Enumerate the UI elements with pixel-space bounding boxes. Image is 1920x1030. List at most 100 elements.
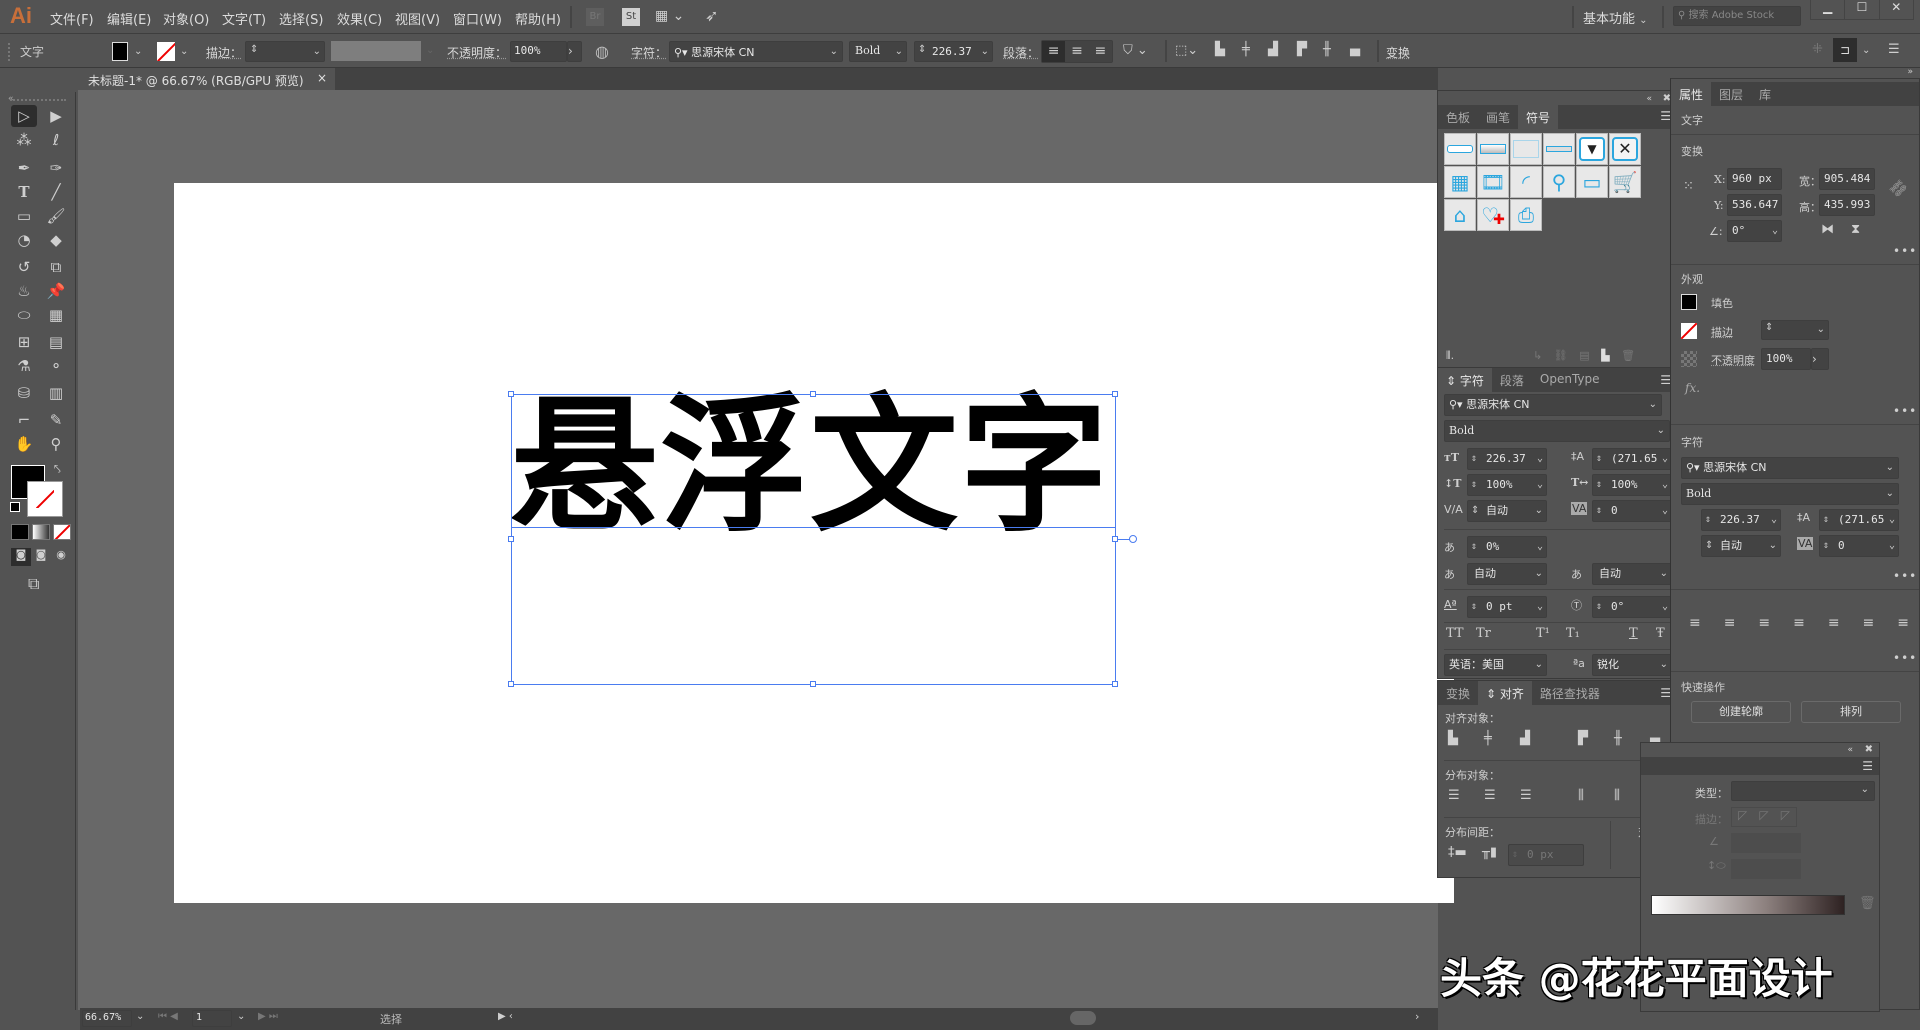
- justify-all-button[interactable]: ≡: [1897, 615, 1909, 631]
- align-top-icon[interactable]: ▛: [1578, 731, 1588, 746]
- gradient-mode-button[interactable]: [32, 524, 50, 540]
- align-horizontal-center-icon[interactable]: ╪: [1484, 731, 1492, 746]
- gpu-rocket-icon[interactable]: ➶: [705, 6, 718, 25]
- screen-mode-icon[interactable]: ⧉: [28, 574, 39, 594]
- tab-paragraph[interactable]: 段落: [1492, 368, 1532, 392]
- menu-file[interactable]: 文件(F): [50, 9, 94, 28]
- close-window-button[interactable]: ✕: [1878, 0, 1913, 19]
- more-options-icon[interactable]: •••: [1893, 651, 1917, 665]
- stepper-icon[interactable]: ⇕: [250, 44, 258, 55]
- magic-wand-tool[interactable]: ⁂: [11, 129, 37, 151]
- blend-tool[interactable]: ⚬: [43, 355, 69, 377]
- new-symbol-icon[interactable]: ▙: [1601, 349, 1609, 362]
- align-top-icon[interactable]: ▛: [1297, 42, 1307, 57]
- align-center-text-button[interactable]: ≡: [1065, 41, 1088, 62]
- transform-link[interactable]: 变换: [1386, 44, 1410, 61]
- arrange-button[interactable]: 排列: [1801, 701, 1901, 723]
- tab-symbols[interactable]: 符号: [1518, 105, 1559, 129]
- type-tool[interactable]: T: [11, 181, 37, 203]
- tab-opentype[interactable]: OpenType: [1532, 368, 1608, 392]
- stock-search-input[interactable]: ⚲ 搜索 Adobe Stock: [1673, 6, 1801, 26]
- more-options-icon[interactable]: •••: [1893, 244, 1917, 258]
- symbol-button-rounded[interactable]: [1444, 133, 1476, 165]
- stroke-weight-field[interactable]: ⇕ ⌄: [245, 41, 325, 62]
- subscript-button[interactable]: T₁: [1566, 626, 1580, 641]
- chevron-down-icon[interactable]: ⌄: [180, 46, 188, 57]
- font-family-dropdown[interactable]: ⚲▾ 思源宋体 CN ⌄: [669, 41, 843, 62]
- align-left-icon[interactable]: ▙: [1448, 731, 1458, 746]
- isolate-icon[interactable]: ⁜: [1812, 42, 1823, 57]
- scale-tool[interactable]: ⧉: [43, 256, 69, 278]
- antialias-dropdown[interactable]: 锐化 ⌄: [1592, 654, 1672, 676]
- fill-swatch[interactable]: [112, 42, 128, 61]
- lasso-tool[interactable]: ℓ: [43, 129, 69, 151]
- align-vertical-center-icon[interactable]: ╫: [1323, 42, 1331, 57]
- rectangle-tool[interactable]: ▭: [11, 205, 37, 227]
- character-label[interactable]: 字符：: [631, 44, 667, 61]
- distribute-top-icon[interactable]: ☰: [1448, 788, 1460, 803]
- artboard-number-field[interactable]: 1: [192, 1010, 232, 1027]
- resize-handle-tr[interactable]: [1112, 391, 1118, 397]
- resize-handle-br[interactable]: [1112, 681, 1118, 687]
- align-to-selection-icon[interactable]: ⬚⌄: [1175, 43, 1198, 58]
- align-horizontal-center-icon[interactable]: ╪: [1242, 42, 1250, 57]
- paragraph-label[interactable]: 段落：: [1003, 44, 1039, 61]
- symbol-film-icon[interactable]: 🎞: [1477, 166, 1509, 198]
- recolor-artwork-icon[interactable]: ◍: [595, 42, 609, 61]
- tab-libraries[interactable]: 库: [1751, 82, 1779, 106]
- stroke-type-dropdown[interactable]: ⌄: [1731, 781, 1875, 801]
- next-artboard-button[interactable]: ▶ ⏭: [258, 1011, 278, 1022]
- symbol-credit-card-icon[interactable]: ▭: [1576, 166, 1608, 198]
- scroll-right-arrow[interactable]: ›: [1415, 1010, 1419, 1023]
- symbol-dropdown-bar[interactable]: [1543, 133, 1575, 165]
- maximize-button[interactable]: ☐: [1844, 0, 1878, 19]
- opacity-field[interactable]: 100%: [510, 41, 567, 62]
- align-left-text-button[interactable]: ≡: [1042, 41, 1066, 62]
- tab-character[interactable]: ⇕ 字符: [1438, 368, 1492, 392]
- all-caps-button[interactable]: TT: [1446, 626, 1464, 641]
- mesh-tool[interactable]: ⊞: [11, 331, 37, 353]
- corner-round-icon[interactable]: ◸: [1753, 808, 1774, 826]
- delete-stop-icon[interactable]: 🗑: [1859, 896, 1876, 911]
- selection-bounding-box[interactable]: [511, 394, 1116, 685]
- tab-layers[interactable]: 图层: [1711, 82, 1751, 106]
- shaper-tool[interactable]: ◔: [11, 229, 37, 251]
- break-link-icon[interactable]: ⛓: [1554, 349, 1568, 362]
- text-out-port[interactable]: [1129, 535, 1137, 543]
- language-dropdown[interactable]: 英语：美国 ⌄: [1444, 654, 1547, 676]
- menu-object[interactable]: 对象(O): [163, 9, 209, 28]
- font-family-dropdown[interactable]: ⚲▾ 思源宋体 CN ⌄: [1444, 394, 1662, 416]
- stepper-icon[interactable]: ⇕: [918, 44, 926, 55]
- tab-transform[interactable]: 变换: [1438, 681, 1478, 705]
- horizontal-scale-field[interactable]: ⇕ 100% ⌄: [1592, 474, 1672, 496]
- distribute-vcenter-icon[interactable]: ☰: [1484, 788, 1496, 803]
- resize-handle-bm[interactable]: [810, 681, 816, 687]
- tab-properties[interactable]: 属性: [1671, 82, 1712, 106]
- fill-swatch[interactable]: [1681, 294, 1697, 310]
- place-symbol-icon[interactable]: ↳: [1533, 349, 1542, 362]
- stroke-color-box[interactable]: [27, 481, 63, 517]
- hand-tool[interactable]: ✋: [11, 433, 37, 455]
- chevron-down-icon[interactable]: ⌄: [981, 46, 989, 57]
- opacity-field[interactable]: 100%: [1761, 348, 1811, 370]
- font-style-dropdown[interactable]: Bold ⌄: [1444, 420, 1670, 442]
- grip-handle[interactable]: [8, 43, 10, 61]
- symbol-search-icon[interactable]: ⚲: [1543, 166, 1575, 198]
- collapse-icon[interactable]: «: [1847, 745, 1853, 755]
- stroke-weight-field[interactable]: ⇕ ⌄: [1761, 320, 1829, 340]
- perspective-grid-tool[interactable]: ▦: [43, 304, 69, 326]
- opacity-label[interactable]: 不透明度: [1711, 352, 1755, 368]
- workspace-switcher[interactable]: 基本功能 ⌄: [1583, 8, 1648, 27]
- y-position-field[interactable]: 536.647: [1727, 194, 1782, 216]
- reference-point-icon[interactable]: ⁙: [1683, 179, 1694, 194]
- stroke-label[interactable]: 描边：: [206, 44, 242, 61]
- constrain-proportions-icon[interactable]: ⛓: [1886, 177, 1910, 201]
- panel-menu-icon[interactable]: ☰: [1888, 42, 1900, 57]
- more-options-icon[interactable]: •••: [1893, 404, 1917, 418]
- draw-normal-icon[interactable]: ◙: [11, 548, 31, 566]
- chevron-down-icon[interactable]: ⌄: [313, 46, 321, 57]
- font-style-dropdown[interactable]: Bold ⌄: [1681, 483, 1899, 505]
- symbol-heart-plus-icon[interactable]: ♡ ✚: [1477, 199, 1509, 231]
- tsume-field[interactable]: ⇕ 0% ⌄: [1467, 536, 1547, 558]
- symbol-sprayer-tool[interactable]: ⛁: [11, 382, 37, 404]
